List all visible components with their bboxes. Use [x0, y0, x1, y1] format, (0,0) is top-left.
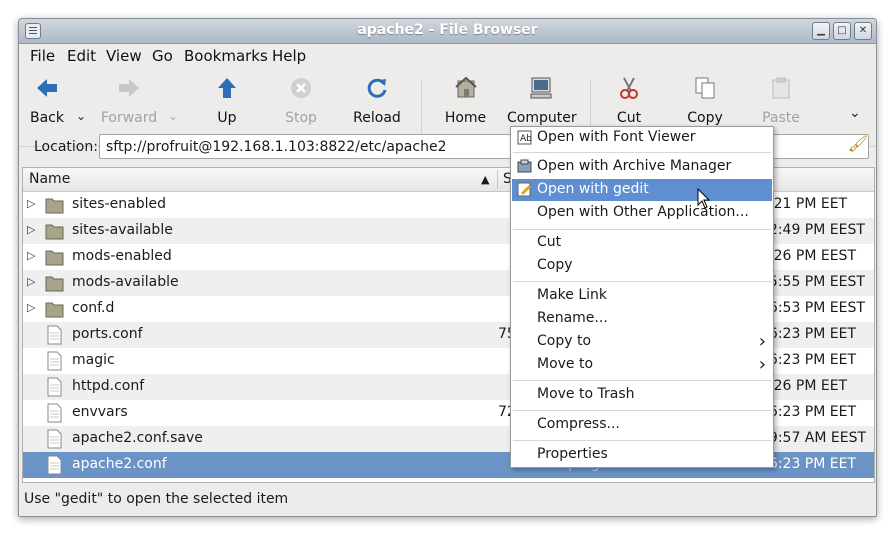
up-button[interactable]: Up	[212, 75, 242, 126]
title-bar[interactable]: apache2 - File Browser ▁ □ ✕	[19, 19, 876, 44]
forward-arrow-icon	[119, 79, 139, 97]
name-column-header[interactable]: Name	[29, 171, 70, 187]
font-viewer-icon: Ab	[517, 130, 532, 145]
close-icon[interactable]: ✕	[854, 22, 872, 40]
menu-view[interactable]: View	[106, 47, 142, 65]
window-title: apache2 - File Browser	[357, 22, 538, 38]
status-text: Use "gedit" to open the selected item	[24, 491, 289, 507]
copy-button[interactable]: Copy	[686, 75, 724, 126]
status-bar: Use "gedit" to open the selected item	[19, 489, 876, 515]
back-button[interactable]: Back	[27, 75, 67, 126]
scissors-icon	[620, 77, 638, 99]
text-file-icon	[47, 351, 62, 371]
menu-item-compress[interactable]: Compress...	[512, 414, 772, 436]
menu-help[interactable]: Help	[272, 47, 306, 65]
computer-icon	[530, 77, 552, 99]
expander-icon[interactable]: ▷	[27, 301, 35, 314]
menu-bookmarks[interactable]: Bookmarks	[184, 47, 268, 65]
text-file-icon	[47, 325, 62, 345]
menu-item-properties[interactable]: Properties	[512, 444, 772, 466]
toolbar-overflow-chevron-icon[interactable]: ⌄	[849, 105, 861, 121]
minimize-icon[interactable]: ▁	[812, 22, 830, 40]
menu-edit[interactable]: Edit	[67, 47, 96, 65]
paste-icon	[772, 77, 790, 99]
menu-item-rename[interactable]: Rename...	[512, 308, 772, 330]
home-button[interactable]: Home	[443, 75, 488, 126]
back-arrow-icon	[37, 79, 57, 97]
expander-icon[interactable]: ▷	[27, 197, 35, 210]
text-file-icon	[47, 377, 62, 397]
text-file-icon	[47, 455, 62, 475]
reload-icon	[367, 78, 387, 98]
paste-button[interactable]: Paste	[762, 75, 800, 126]
location-label: Location:	[34, 139, 98, 155]
submenu-arrow-icon: ›	[758, 331, 766, 352]
toolbar-separator	[421, 79, 422, 135]
svg-text:Ab: Ab	[520, 134, 532, 144]
home-icon	[454, 76, 477, 98]
computer-button[interactable]: Computer	[507, 75, 577, 126]
stop-icon	[291, 78, 311, 98]
menu-item-copy-to[interactable]: Copy to ›	[512, 331, 772, 353]
menu-item-move-to-trash[interactable]: Move to Trash	[512, 384, 772, 406]
menu-item-open-with-gedit[interactable]: Open with gedit	[512, 179, 772, 201]
folder-icon	[45, 198, 64, 214]
cut-button[interactable]: Cut	[615, 75, 643, 126]
menu-bar: File Edit View Go Bookmarks Help	[19, 44, 876, 68]
back-history-chevron-icon[interactable]: ⌄	[76, 109, 86, 123]
context-menu: Ab Open with Font Viewer Open with Archi…	[510, 126, 774, 468]
menu-item-open-archive-manager[interactable]: Open with Archive Manager	[512, 156, 772, 178]
expander-icon[interactable]: ▷	[27, 249, 35, 262]
menu-go[interactable]: Go	[152, 47, 173, 65]
folder-icon	[45, 276, 64, 292]
archive-manager-icon	[517, 159, 532, 173]
menu-item-copy[interactable]: Copy	[512, 255, 772, 277]
clear-location-icon[interactable]: 🖌	[848, 134, 868, 153]
folder-icon	[45, 302, 64, 318]
menu-item-cut[interactable]: Cut	[512, 232, 772, 254]
mouse-cursor-icon	[697, 188, 711, 209]
text-file-icon	[47, 429, 62, 449]
menu-item-open-font-viewer[interactable]: Ab Open with Font Viewer	[512, 127, 772, 149]
copy-icon	[695, 77, 715, 99]
menu-file[interactable]: File	[30, 47, 55, 65]
menu-item-make-link[interactable]: Make Link	[512, 285, 772, 307]
menu-item-open-with-other-application[interactable]: Open with Other Application...	[512, 202, 772, 224]
text-file-icon	[47, 403, 62, 423]
maximize-icon[interactable]: □	[833, 22, 851, 40]
menu-item-move-to[interactable]: Move to ›	[512, 354, 772, 376]
up-arrow-icon	[218, 78, 236, 98]
folder-icon	[45, 224, 64, 240]
gedit-icon	[517, 182, 531, 197]
forward-button[interactable]: Forward	[99, 75, 159, 126]
expander-icon[interactable]: ▷	[27, 223, 35, 236]
expander-icon[interactable]: ▷	[27, 275, 35, 288]
stop-button[interactable]: Stop	[281, 75, 321, 126]
reload-button[interactable]: Reload	[352, 75, 402, 126]
sort-ascending-icon[interactable]: ▲	[481, 173, 489, 186]
submenu-arrow-icon: ›	[758, 354, 766, 375]
folder-icon	[45, 250, 64, 266]
forward-history-chevron-icon[interactable]: ⌄	[168, 109, 178, 123]
